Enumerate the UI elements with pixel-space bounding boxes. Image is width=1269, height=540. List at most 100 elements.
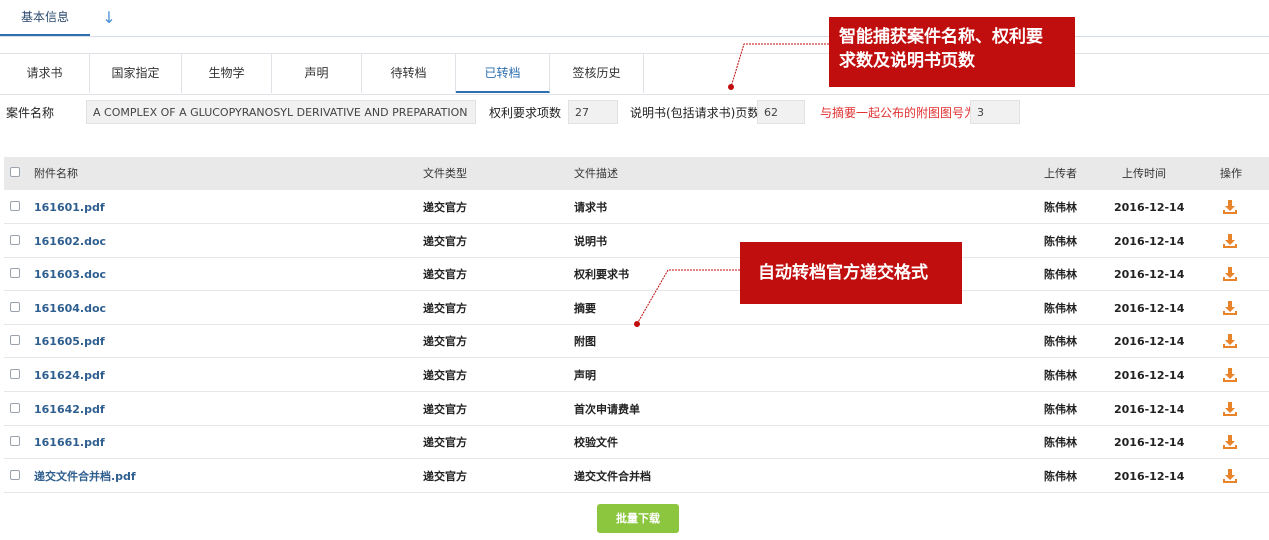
tab-request[interactable]: 请求书	[0, 54, 90, 93]
upload-time: 2016-12-14	[1114, 402, 1185, 416]
file-type: 递交官方	[423, 234, 467, 248]
callout-auto-convert: 自动转档官方递交格式	[740, 242, 962, 304]
tab-country[interactable]: 国家指定	[90, 54, 182, 93]
row-checkbox[interactable]	[10, 369, 20, 379]
case-name-field[interactable]: A COMPLEX OF A GLUCOPYRANOSYL DERIVATIVE…	[86, 100, 476, 124]
upload-time: 2016-12-14	[1114, 469, 1185, 483]
uploader-name: 陈伟林	[1044, 369, 1077, 382]
table-row: 161601.pdf 递交官方 请求书 陈伟林 2016-12-14	[4, 191, 1269, 224]
table-row: 161661.pdf 递交官方 校验文件 陈伟林 2016-12-14	[4, 426, 1269, 460]
file-description: 递交文件合并档	[574, 469, 651, 483]
uploader-name: 陈伟林	[1044, 268, 1077, 282]
file-description: 声明	[574, 369, 596, 382]
file-type: 递交官方	[423, 201, 467, 214]
table-row: 递交文件合并档.pdf 递交官方 递交文件合并档 陈伟林 2016-12-14	[4, 460, 1269, 493]
download-icon[interactable]	[1222, 333, 1238, 349]
uploader-name: 陈伟林	[1044, 402, 1077, 416]
file-description: 请求书	[574, 201, 607, 214]
table-row: 161604.doc 递交官方 摘要 陈伟林 2016-12-14	[4, 292, 1269, 325]
download-icon[interactable]	[1222, 199, 1238, 215]
batch-download-button[interactable]: 批量下载	[597, 504, 679, 533]
table-row: 161602.doc 递交官方 说明书 陈伟林 2016-12-14	[4, 225, 1269, 258]
row-checkbox[interactable]	[10, 402, 20, 413]
table-row: 161605.pdf 递交官方 附图 陈伟林 2016-12-14	[4, 325, 1269, 359]
tab-biology[interactable]: 生物学	[182, 54, 272, 93]
row-checkbox[interactable]	[10, 268, 20, 279]
row-checkbox[interactable]	[10, 201, 20, 211]
file-name-link[interactable]: 161603.doc	[34, 258, 106, 291]
upload-time: 2016-12-14	[1114, 301, 1185, 315]
arrow-down-icon[interactable]: ↓	[96, 6, 122, 30]
figure-number-field[interactable]: 3	[970, 100, 1020, 124]
tab-pending[interactable]: 待转档	[362, 54, 456, 93]
file-name-link[interactable]: 161604.doc	[34, 292, 106, 325]
file-name-link[interactable]: 递交文件合并档.pdf	[34, 460, 136, 493]
uploader-name: 陈伟林	[1044, 234, 1077, 248]
row-checkbox[interactable]	[10, 469, 20, 480]
table-row: 161624.pdf 递交官方 声明 陈伟林 2016-12-14	[4, 359, 1269, 392]
upload-time: 2016-12-14	[1114, 234, 1185, 248]
row-checkbox[interactable]	[10, 234, 20, 245]
header-type: 文件类型	[423, 167, 467, 180]
row-checkbox[interactable]	[10, 335, 20, 346]
download-icon[interactable]	[1222, 468, 1238, 484]
row-checkbox[interactable]	[10, 301, 20, 312]
callout-capture-info: 智能捕获案件名称、权利要 求数及说明书页数	[829, 17, 1075, 87]
file-type: 递交官方	[423, 402, 467, 416]
file-name-link[interactable]: 161602.doc	[34, 225, 106, 258]
sub-tab-bar: 请求书 国家指定 生物学 声明 待转档 已转档 签核历史	[0, 53, 1269, 95]
tab-review-history[interactable]: 签核历史	[550, 54, 644, 93]
row-checkbox[interactable]	[10, 436, 20, 447]
figure-number-label: 与摘要一起公布的附图图号为	[820, 106, 977, 120]
upload-time: 2016-12-14	[1114, 201, 1185, 214]
upload-time: 2016-12-14	[1114, 436, 1185, 450]
file-type: 递交官方	[423, 268, 467, 282]
uploader-name: 陈伟林	[1044, 436, 1077, 450]
claims-count-field[interactable]: 27	[568, 100, 618, 124]
file-type: 递交官方	[423, 301, 467, 315]
file-description: 附图	[574, 335, 596, 349]
header-name: 附件名称	[34, 167, 78, 180]
top-tab-bar: 基本信息 ↓	[0, 0, 1269, 37]
page-count-label: 说明书(包括请求书)页数	[630, 106, 760, 120]
case-name-label: 案件名称	[6, 106, 55, 120]
file-name-link[interactable]: 161661.pdf	[34, 426, 105, 459]
download-icon[interactable]	[1222, 367, 1238, 383]
tab-basic-info[interactable]: 基本信息	[0, 0, 90, 36]
download-icon[interactable]	[1222, 401, 1238, 417]
file-type: 递交官方	[423, 369, 467, 382]
download-icon[interactable]	[1222, 233, 1238, 249]
uploader-name: 陈伟林	[1044, 335, 1077, 349]
file-description: 校验文件	[574, 436, 618, 450]
file-name-link[interactable]: 161642.pdf	[34, 393, 105, 426]
file-name-link[interactable]: 161601.pdf	[34, 191, 105, 224]
upload-time: 2016-12-14	[1114, 268, 1185, 282]
tab-statement[interactable]: 声明	[272, 54, 362, 93]
callout-capture-line1: 智能捕获案件名称、权利要	[839, 27, 1043, 47]
table-row: 161603.doc 递交官方 权利要求书 陈伟林 2016-12-14	[4, 258, 1269, 292]
file-description: 首次申请费单	[574, 402, 640, 416]
header-desc: 文件描述	[574, 167, 618, 180]
download-icon[interactable]	[1222, 434, 1238, 450]
table-header: 附件名称 文件类型 文件描述 上传者 上传时间 操作	[4, 157, 1269, 190]
claims-count-label: 权利要求项数	[489, 106, 562, 120]
file-type: 递交官方	[423, 469, 467, 483]
file-name-link[interactable]: 161605.pdf	[34, 325, 105, 358]
file-description: 摘要	[574, 301, 596, 315]
upload-time: 2016-12-14	[1114, 369, 1185, 382]
uploader-name: 陈伟林	[1044, 201, 1077, 214]
file-description: 权利要求书	[574, 268, 629, 282]
tab-converted[interactable]: 已转档	[456, 54, 550, 93]
header-uploader: 上传者	[1044, 167, 1077, 180]
download-icon[interactable]	[1222, 266, 1238, 282]
page-count-field[interactable]: 62	[757, 100, 805, 124]
uploader-name: 陈伟林	[1044, 301, 1077, 315]
file-description: 说明书	[574, 234, 607, 248]
uploader-name: 陈伟林	[1044, 469, 1077, 483]
header-upload-time: 上传时间	[1122, 167, 1166, 180]
upload-time: 2016-12-14	[1114, 335, 1185, 349]
download-icon[interactable]	[1222, 300, 1238, 316]
file-name-link[interactable]: 161624.pdf	[34, 359, 105, 392]
table-row: 161642.pdf 递交官方 首次申请费单 陈伟林 2016-12-14	[4, 393, 1269, 426]
select-all-checkbox[interactable]	[10, 167, 20, 177]
